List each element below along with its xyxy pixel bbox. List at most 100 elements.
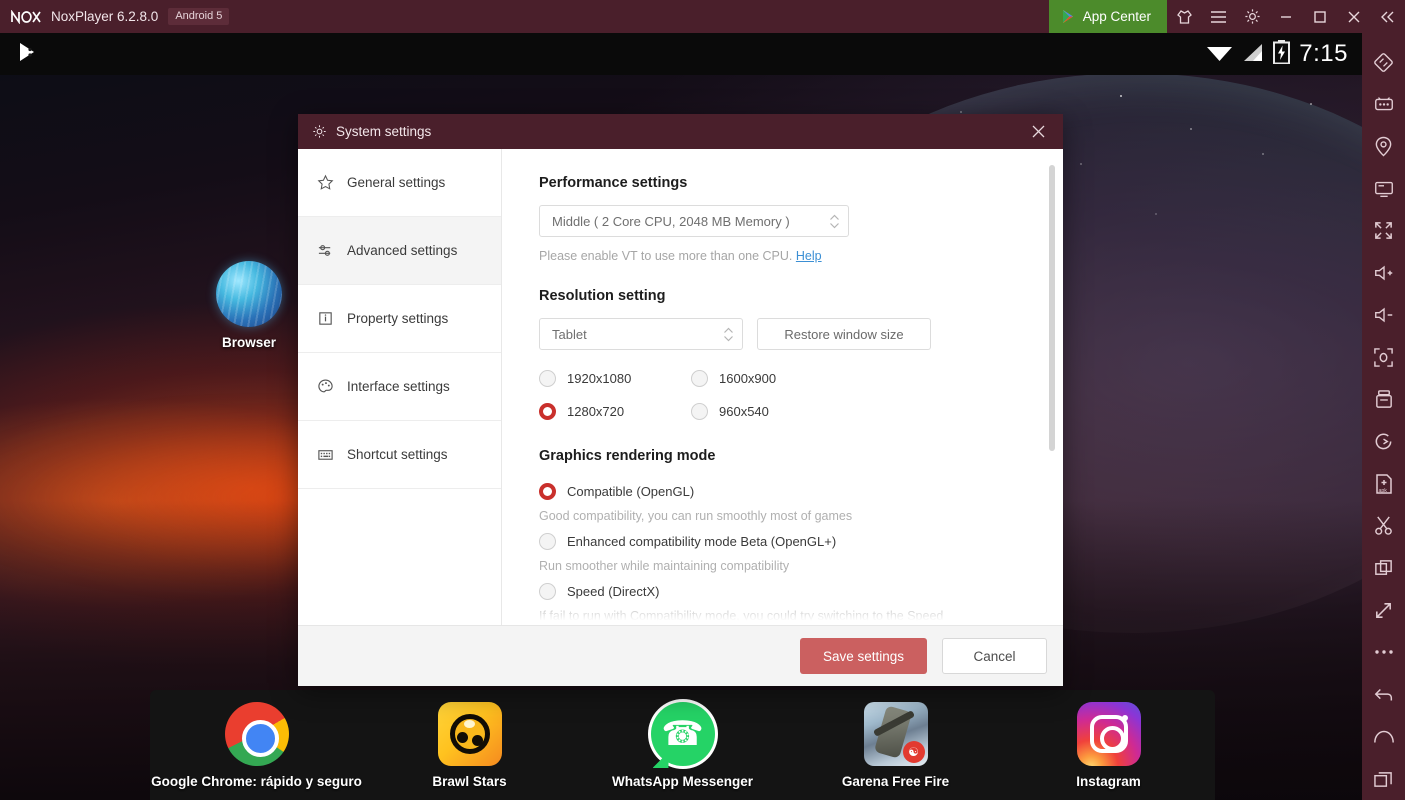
graphics-desc-opengl: Good compatibility, you can run smoothly… xyxy=(539,509,1063,523)
dock-label: Google Chrome: rápido y seguro xyxy=(150,774,363,789)
dock-item-instagram[interactable]: Instagram xyxy=(1002,702,1215,789)
settings-nav: General settings Advanced settings Prope… xyxy=(298,149,502,625)
desktop-icon-browser[interactable]: Browser xyxy=(205,261,293,350)
scissors-icon[interactable] xyxy=(1362,505,1405,547)
resolution-option-1280x720[interactable]: 1280x720 xyxy=(539,403,691,420)
resolution-option-1920x1080[interactable]: 1920x1080 xyxy=(539,370,691,387)
close-icon[interactable] xyxy=(1023,114,1053,149)
vt-hint: Please enable VT to use more than one CP… xyxy=(539,249,1063,263)
titlebar-controls: App Center xyxy=(1049,0,1405,33)
instagram-icon xyxy=(1077,702,1141,766)
volume-down-icon[interactable] xyxy=(1362,294,1405,336)
gear-icon[interactable] xyxy=(1235,0,1269,33)
graphics-option-opengl-plus[interactable]: Enhanced compatibility mode Beta (OpenGL… xyxy=(539,533,1063,550)
android-status-bar: 7:15 xyxy=(0,33,1362,75)
performance-select[interactable]: Middle ( 2 Core CPU, 2048 MB Memory ) xyxy=(539,205,849,237)
radio-button[interactable] xyxy=(539,533,556,550)
graphics-option-directx[interactable]: Speed (DirectX) xyxy=(539,583,1063,600)
scrollbar-track[interactable] xyxy=(1053,157,1059,617)
battery-charging-icon xyxy=(1273,40,1290,69)
settings-content: Performance settings Middle ( 2 Core CPU… xyxy=(502,149,1063,625)
resolution-options: 1920x1080 1600x900 1280x720 960x540 xyxy=(539,370,869,420)
dialog-body: General settings Advanced settings Prope… xyxy=(298,149,1063,625)
screenshot-icon[interactable] xyxy=(1362,336,1405,378)
radio-button-selected[interactable] xyxy=(539,483,556,500)
sidebar-item-property-settings[interactable]: Property settings xyxy=(298,285,501,353)
dock-item-brawl-stars[interactable]: Brawl Stars xyxy=(363,702,576,789)
radio-label: 1920x1080 xyxy=(567,371,631,386)
resolution-option-960x540[interactable]: 960x540 xyxy=(691,403,869,420)
nav-label: Advanced settings xyxy=(347,243,457,258)
home-shirt-icon[interactable] xyxy=(1167,0,1201,33)
info-box-icon xyxy=(316,310,334,327)
back-icon[interactable] xyxy=(1362,674,1405,716)
app-center-label: App Center xyxy=(1083,9,1151,24)
home-icon[interactable] xyxy=(1362,716,1405,758)
install-apk-icon[interactable]: apk xyxy=(1362,463,1405,505)
resolution-row: Tablet Restore window size xyxy=(539,318,1063,350)
cancel-button[interactable]: Cancel xyxy=(942,638,1047,674)
sidebar-item-interface-settings[interactable]: Interface settings xyxy=(298,353,501,421)
location-icon[interactable] xyxy=(1362,125,1405,167)
resolution-option-1600x900[interactable]: 1600x900 xyxy=(691,370,869,387)
vt-hint-text: Please enable VT to use more than one CP… xyxy=(539,249,792,263)
nox-player-window: NoxPlayer 6.2.8.0 Android 5 App Center xyxy=(0,0,1405,800)
scrollbar-thumb[interactable] xyxy=(1049,165,1055,451)
dialog-titlebar: System settings xyxy=(298,114,1063,149)
radio-button[interactable] xyxy=(691,403,708,420)
restore-window-size-button[interactable]: Restore window size xyxy=(757,318,931,350)
free-fire-icon: ☯ xyxy=(864,702,928,766)
tool-sidebar: apk xyxy=(1362,33,1405,800)
window-titlebar: NoxPlayer 6.2.8.0 Android 5 App Center xyxy=(0,0,1405,33)
fullscreen-icon[interactable] xyxy=(1362,210,1405,252)
svg-text:apk: apk xyxy=(1378,488,1387,494)
dock-label: Brawl Stars xyxy=(363,774,576,789)
menu-icon[interactable] xyxy=(1201,0,1235,33)
save-settings-button[interactable]: Save settings xyxy=(800,638,927,674)
resize-icon[interactable] xyxy=(1362,589,1405,631)
more-icon[interactable] xyxy=(1362,631,1405,673)
dock-item-whatsapp[interactable]: ☎ WhatsApp Messenger xyxy=(576,702,789,789)
graphics-heading: Graphics rendering mode xyxy=(539,448,1063,464)
sidebar-item-general-settings[interactable]: General settings xyxy=(298,149,501,217)
rotate-screen-icon[interactable] xyxy=(1362,41,1405,83)
nav-label: General settings xyxy=(347,175,445,190)
performance-heading: Performance settings xyxy=(539,175,1063,191)
radio-label: 960x540 xyxy=(719,404,769,419)
app-center-button[interactable]: App Center xyxy=(1049,0,1167,33)
radio-button-selected[interactable] xyxy=(539,403,556,420)
restore-button-label: Restore window size xyxy=(784,327,903,342)
close-icon[interactable] xyxy=(1337,0,1371,33)
screen-icon[interactable] xyxy=(1362,168,1405,210)
shake-icon[interactable] xyxy=(1362,378,1405,420)
dock-item-chrome[interactable]: Google Chrome: rápido y seguro xyxy=(150,702,363,789)
app-title: NoxPlayer 6.2.8.0 xyxy=(51,9,158,24)
chevron-updown-icon xyxy=(723,326,734,343)
radio-button[interactable] xyxy=(691,370,708,387)
nox-logo-icon xyxy=(11,0,41,33)
radio-button[interactable] xyxy=(539,583,556,600)
maximize-icon[interactable] xyxy=(1303,0,1337,33)
star-icon xyxy=(316,174,334,191)
nav-label: Property settings xyxy=(347,311,448,326)
wifi-icon xyxy=(1206,42,1233,67)
graphics-option-opengl[interactable]: Compatible (OpenGL) xyxy=(539,483,1063,500)
dock-item-free-fire[interactable]: ☯ Garena Free Fire xyxy=(789,702,1002,789)
resolution-mode-select[interactable]: Tablet xyxy=(539,318,743,350)
keyboard-control-icon[interactable] xyxy=(1362,83,1405,125)
sliders-icon xyxy=(316,242,334,259)
sidebar-item-shortcut-settings[interactable]: Shortcut settings xyxy=(298,421,501,489)
chevron-updown-icon xyxy=(829,213,840,230)
radio-button[interactable] xyxy=(539,370,556,387)
status-icons: 7:15 xyxy=(1206,40,1348,69)
whatsapp-icon: ☎ xyxy=(651,702,715,766)
refresh-icon[interactable] xyxy=(1362,421,1405,463)
multi-window-icon[interactable] xyxy=(1362,547,1405,589)
sidebar-item-advanced-settings[interactable]: Advanced settings xyxy=(298,217,501,285)
recents-icon[interactable] xyxy=(1362,758,1405,800)
app-dock: Google Chrome: rápido y seguro Brawl Sta… xyxy=(150,690,1215,800)
minimize-icon[interactable] xyxy=(1269,0,1303,33)
help-link[interactable]: Help xyxy=(796,249,822,263)
collapse-icon[interactable] xyxy=(1371,0,1405,33)
volume-up-icon[interactable] xyxy=(1362,252,1405,294)
